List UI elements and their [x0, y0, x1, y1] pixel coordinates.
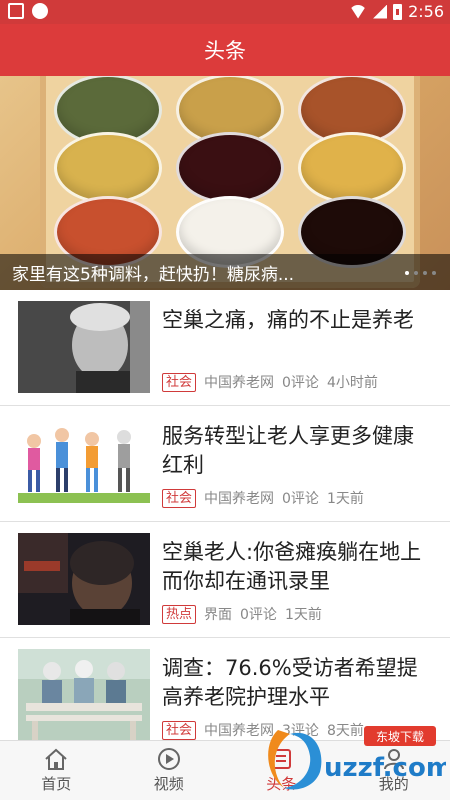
wifi-icon: [349, 4, 368, 19]
news-item[interactable]: 调查：76.6%受访者希望提高养老院护理水平 社会 中国养老网 3评论 8天前: [0, 638, 450, 754]
news-thumbnail: [18, 301, 150, 393]
news-tag: 社会: [162, 720, 197, 740]
news-title: 空巢老人:你爸瘫痪躺在地上 而你却在通讯录里: [162, 540, 422, 593]
news-source: 中国养老网: [204, 375, 275, 391]
news-title: 空巢之痛，痛的不止是养老: [162, 308, 414, 332]
news-source: 中国养老网: [204, 723, 275, 739]
tab-home[interactable]: 首页: [0, 741, 113, 800]
headline-icon: [268, 747, 294, 771]
status-bar: 2:56: [0, 0, 450, 24]
news-comments: 0评论: [282, 375, 319, 391]
home-icon: [43, 747, 69, 771]
news-item[interactable]: 空巢老人:你爸瘫痪躺在地上 而你却在通讯录里 热点 界面 0评论 1天前: [0, 522, 450, 638]
news-time: 4小时前: [326, 375, 378, 391]
play-icon: [156, 747, 182, 771]
tab-headlines[interactable]: 头条: [225, 741, 338, 800]
news-meta: 热点 界面 0评论 1天前: [162, 604, 322, 624]
news-source: 界面: [204, 607, 233, 623]
bottom-tab-bar: 首页 视频 头条 我的: [0, 740, 450, 800]
status-time: 2:56: [408, 2, 444, 21]
news-tag: 社会: [162, 488, 197, 508]
news-comments: 0评论: [282, 491, 319, 507]
tab-label: 首页: [41, 775, 72, 793]
tab-video[interactable]: 视频: [113, 741, 226, 800]
news-title: 服务转型让老人享更多健康红利: [162, 424, 414, 477]
carousel-dot: [432, 271, 436, 275]
news-time: 1天前: [284, 607, 322, 623]
tab-label: 视频: [153, 775, 184, 793]
news-meta: 社会 中国养老网 3评论 8天前: [162, 720, 364, 740]
app-notification-icon: [32, 3, 48, 19]
news-comments: 3评论: [282, 723, 319, 739]
news-source: 中国养老网: [204, 491, 275, 507]
image-notification-icon: [8, 3, 24, 19]
news-item[interactable]: 空巢之痛，痛的不止是养老 社会 中国养老网 0评论 4小时前: [0, 290, 450, 406]
carousel-dot: [414, 271, 418, 275]
news-item[interactable]: 服务转型让老人享更多健康红利 社会 中国养老网 0评论 1天前: [0, 406, 450, 522]
banner-caption-text: 家里有这5种调料，赶快扔！糖尿病...: [12, 264, 295, 285]
news-meta: 社会 中国养老网 0评论 1天前: [162, 488, 364, 508]
banner-caption[interactable]: 家里有这5种调料，赶快扔！糖尿病...: [0, 254, 450, 290]
carousel-dot: [423, 271, 427, 275]
page-title: 头条: [204, 39, 246, 63]
news-meta: 社会 中国养老网 0评论 4小时前: [162, 372, 378, 392]
news-time: 1天前: [326, 491, 364, 507]
tab-mine[interactable]: 我的: [338, 741, 450, 800]
news-time: 8天前: [326, 723, 364, 739]
news-list: 空巢之痛，痛的不止是养老 社会 中国养老网 0评论 4小时前 服务转型让老人享更…: [0, 290, 450, 754]
signal-icon: [373, 4, 388, 19]
news-title: 调查：76.6%受访者希望提高养老院护理水平: [162, 656, 418, 709]
notification-icons: [8, 3, 48, 19]
banner-carousel[interactable]: 家里有这5种调料，赶快扔！糖尿病...: [0, 76, 450, 290]
tab-label: 头条: [266, 775, 297, 793]
news-tag: 社会: [162, 372, 197, 392]
carousel-indicator: [405, 271, 436, 275]
battery-icon: [393, 3, 403, 20]
title-bar: 头条: [0, 24, 450, 76]
carousel-dot: [405, 271, 409, 275]
news-thumbnail: [18, 649, 150, 741]
news-tag: 热点: [162, 604, 197, 624]
news-thumbnail: [18, 417, 150, 509]
news-thumbnail: [18, 533, 150, 625]
news-comments: 0评论: [240, 607, 277, 623]
tab-label: 我的: [378, 775, 409, 793]
user-icon: [381, 747, 407, 771]
